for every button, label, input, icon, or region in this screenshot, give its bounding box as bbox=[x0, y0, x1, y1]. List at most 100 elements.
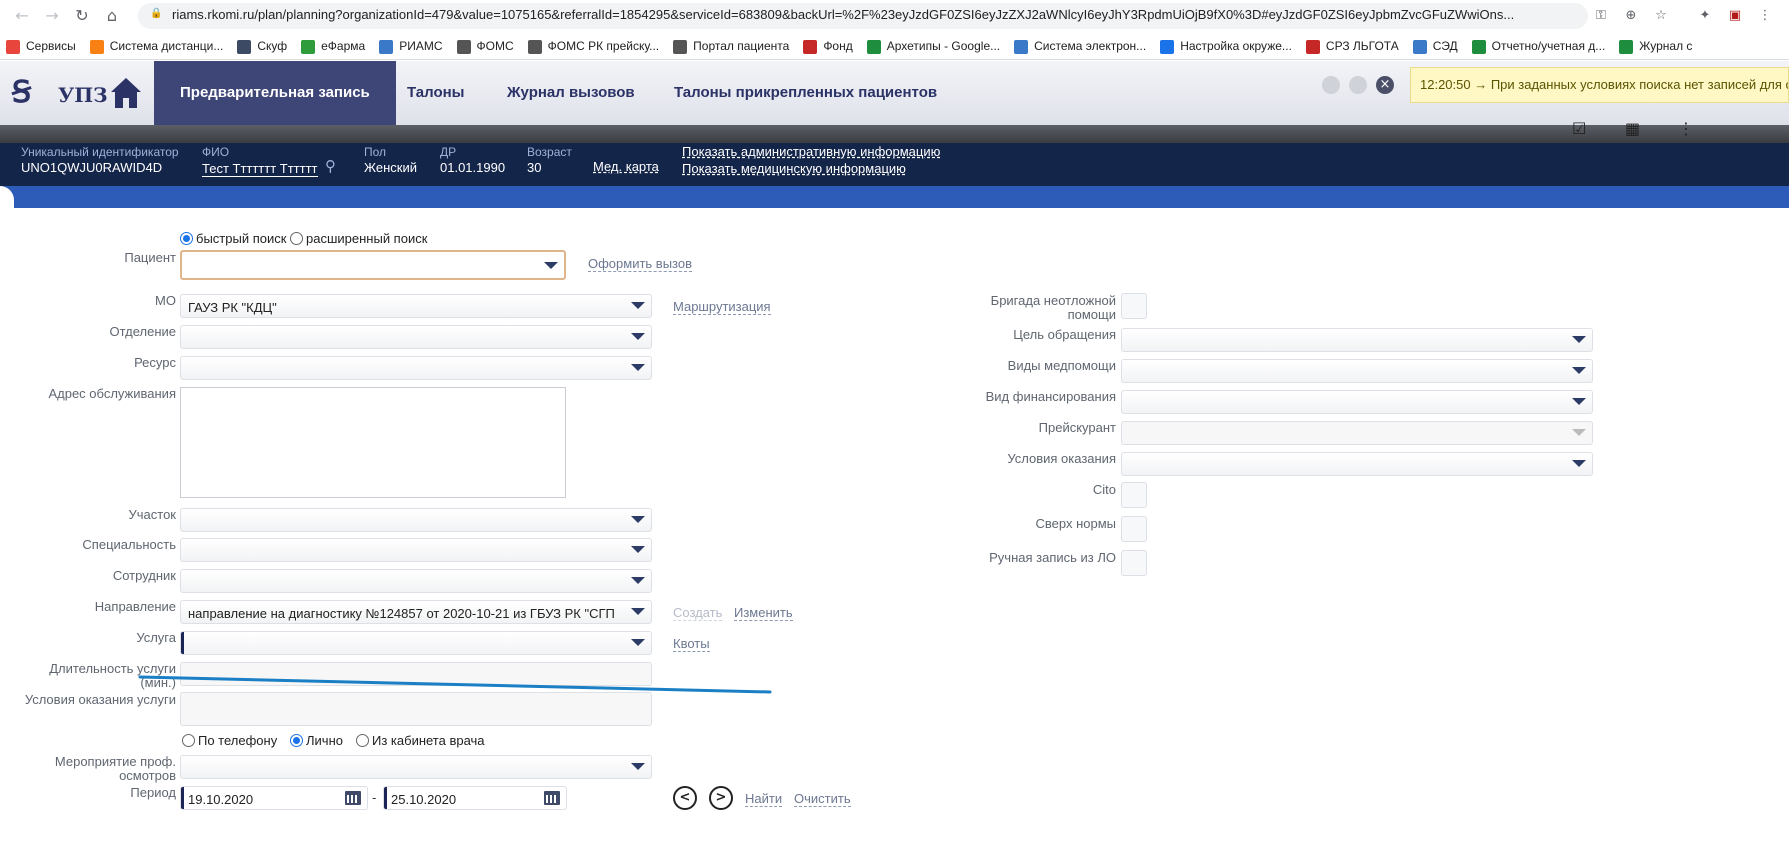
prof-event-select[interactable] bbox=[180, 755, 652, 779]
bookmark-label: Отчетно/учетная д... bbox=[1491, 39, 1606, 53]
med-card-link[interactable]: Мед. карта bbox=[593, 159, 659, 174]
calendar-icon[interactable] bbox=[345, 791, 361, 805]
bookmark-item[interactable]: ФОМС РК прейску... bbox=[527, 32, 668, 59]
address-textarea[interactable] bbox=[180, 387, 566, 498]
back-icon[interactable]: ← bbox=[12, 6, 32, 26]
checklist-icon[interactable]: ☑ bbox=[1572, 119, 1586, 138]
find-link[interactable]: Найти bbox=[745, 792, 783, 807]
key-icon[interactable]: ⚿ bbox=[1592, 7, 1610, 25]
menu-icon[interactable] bbox=[1322, 76, 1340, 94]
med-info-link[interactable]: Показать медицинскую информацию bbox=[682, 161, 906, 176]
bookmark-label: Система дистанци... bbox=[109, 39, 224, 53]
date-to-value: 25.10.2020 bbox=[391, 792, 457, 807]
date-from-input[interactable]: 19.10.2020 bbox=[180, 786, 368, 810]
bookmark-item[interactable]: Фонд bbox=[803, 32, 860, 59]
cito-checkbox[interactable] bbox=[1121, 482, 1147, 508]
logo-icon: Ꞩ bbox=[12, 75, 32, 110]
admin-info-link[interactable]: Показать административную информацию bbox=[682, 144, 940, 159]
next-week-button[interactable]: > bbox=[709, 786, 733, 810]
bookmark-item[interactable]: СЭД bbox=[1412, 32, 1466, 59]
create-link[interactable]: Создать bbox=[673, 606, 723, 621]
calendar-icon[interactable]: ▦ bbox=[1625, 119, 1640, 138]
pricelist-select[interactable] bbox=[1121, 421, 1593, 445]
zoom-icon[interactable]: ⊕ bbox=[1622, 7, 1640, 25]
bookmark-label: Система электрон... bbox=[1034, 39, 1147, 53]
prev-week-button[interactable]: < bbox=[673, 786, 697, 810]
home-icon[interactable] bbox=[110, 76, 142, 110]
star-icon[interactable]: ☆ bbox=[1652, 7, 1670, 25]
url-text[interactable]: riams.rkomi.ru/plan/planning?organizatio… bbox=[172, 7, 1582, 22]
reload-icon[interactable]: ↻ bbox=[72, 6, 92, 26]
duration-label-line2: (мин.) bbox=[140, 675, 176, 690]
more-icon[interactable]: ⋮ bbox=[1678, 119, 1694, 138]
bookmark-item[interactable]: Система дистанци... bbox=[89, 32, 232, 59]
service-conditions-field[interactable] bbox=[180, 692, 652, 726]
mo-select[interactable]: ГАУЗ РК "КДЦ" bbox=[180, 294, 652, 318]
tab-pre-registration[interactable]: Предварительная запись bbox=[154, 61, 396, 125]
brigade-checkbox[interactable] bbox=[1121, 293, 1147, 319]
in-person-radio[interactable]: Лично bbox=[290, 733, 343, 748]
sed-icon bbox=[1412, 39, 1427, 54]
home-browser-icon[interactable]: ⌂ bbox=[102, 6, 122, 26]
required-marker bbox=[181, 632, 184, 654]
funding-select[interactable] bbox=[1121, 390, 1593, 414]
referral-select[interactable]: направление на диагностику №124857 от 20… bbox=[180, 600, 652, 624]
bookmark-item[interactable]: ФОМС bbox=[456, 32, 522, 59]
department-select[interactable] bbox=[180, 325, 652, 349]
help-types-select[interactable] bbox=[1121, 359, 1593, 383]
chevron-down-icon bbox=[544, 262, 558, 269]
bookmark-item[interactable]: Сервисы bbox=[6, 32, 84, 59]
purpose-select[interactable] bbox=[1121, 328, 1593, 352]
make-call-link[interactable]: Оформить вызов bbox=[588, 257, 693, 272]
bookmark-item[interactable]: Журнал с bbox=[1619, 32, 1700, 59]
duration-field[interactable] bbox=[180, 662, 652, 686]
manual-entry-checkbox[interactable] bbox=[1121, 550, 1147, 576]
tab-call-journal[interactable]: Журнал вызовов bbox=[481, 61, 661, 125]
extended-search-radio[interactable]: расширенный поиск bbox=[290, 231, 427, 246]
area-select[interactable] bbox=[180, 508, 652, 532]
pdf-extension-icon[interactable]: ▣ bbox=[1726, 7, 1744, 25]
pin-icon[interactable] bbox=[1349, 76, 1367, 94]
clear-link[interactable]: Очистить bbox=[794, 792, 851, 807]
forward-icon[interactable]: → bbox=[42, 6, 62, 26]
lock-icon[interactable]: 🔒 bbox=[150, 8, 162, 20]
specialty-select[interactable] bbox=[180, 538, 652, 562]
bookmark-item[interactable]: РИАМС bbox=[379, 32, 450, 59]
tab-coupons[interactable]: Талоны bbox=[381, 61, 491, 125]
required-marker bbox=[181, 787, 184, 809]
close-icon[interactable]: × bbox=[1376, 76, 1394, 94]
from-office-radio[interactable]: Из кабинета врача bbox=[356, 733, 485, 748]
puzzle-icon[interactable]: ⋮ bbox=[1756, 7, 1774, 25]
logo-text: УПЗ bbox=[58, 83, 108, 107]
patient-select[interactable] bbox=[180, 250, 566, 280]
quotas-link[interactable]: Квоты bbox=[673, 637, 710, 652]
browser-toolbar: ← → ↻ ⌂ 🔒 riams.rkomi.ru/plan/planning?o… bbox=[0, 0, 1789, 32]
fio-value[interactable]: Тест Ттттттт Тттттт bbox=[202, 161, 318, 177]
chevron-down-icon bbox=[631, 763, 645, 770]
bookmark-item[interactable]: Портал пациента bbox=[673, 32, 797, 59]
bookmark-item[interactable]: Система электрон... bbox=[1014, 32, 1154, 59]
fast-search-radio[interactable]: быстрый поиск bbox=[180, 231, 286, 246]
play-icon bbox=[237, 39, 252, 54]
change-link[interactable]: Изменить bbox=[734, 606, 793, 621]
bookmark-item[interactable]: Скуф bbox=[237, 32, 295, 59]
over-norm-checkbox[interactable] bbox=[1121, 516, 1147, 542]
chevron-down-icon bbox=[631, 302, 645, 309]
tab-attached-coupons[interactable]: Талоны прикрепленных пациентов bbox=[648, 61, 963, 125]
resource-select[interactable] bbox=[180, 356, 652, 380]
bookmark-label: еФарма bbox=[321, 39, 366, 53]
employee-select[interactable] bbox=[180, 569, 652, 593]
bookmark-item[interactable]: Настройка окруже... bbox=[1160, 32, 1300, 59]
bookmark-item[interactable]: Отчетно/учетная д... bbox=[1471, 32, 1614, 59]
routing-link[interactable]: Маршрутизация bbox=[673, 300, 771, 315]
by-phone-radio[interactable]: По телефону bbox=[182, 733, 277, 748]
date-to-input[interactable]: 25.10.2020 bbox=[383, 786, 567, 810]
bookmark-item[interactable]: еФарма bbox=[301, 32, 373, 59]
extension-icon[interactable]: ✦ bbox=[1696, 7, 1714, 25]
search-icon[interactable]: ⚲ bbox=[325, 157, 336, 175]
calendar-icon[interactable] bbox=[544, 791, 560, 805]
service-select[interactable] bbox=[180, 631, 652, 655]
bookmark-item[interactable]: Архетипы - Google... bbox=[866, 32, 1008, 59]
provision-select[interactable] bbox=[1121, 452, 1593, 476]
bookmark-item[interactable]: СРЗ ЛЬГОТА bbox=[1305, 32, 1407, 59]
